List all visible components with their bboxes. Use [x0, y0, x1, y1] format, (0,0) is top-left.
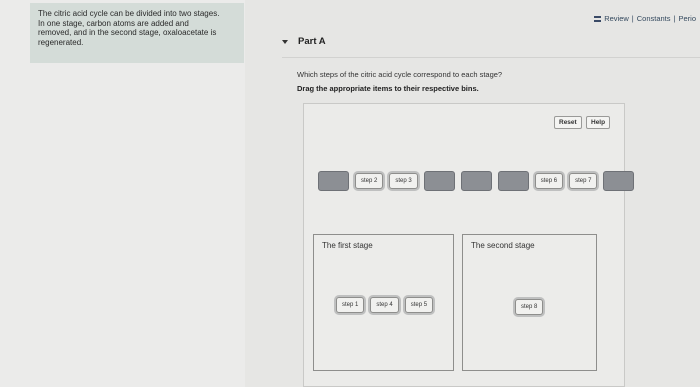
draggable-step-chip[interactable]: step 1 — [336, 297, 365, 313]
bin-second-stage-items: step 8 — [515, 299, 544, 315]
divider — [282, 57, 700, 58]
review-separator-2: | — [673, 14, 676, 23]
collapse-caret-icon[interactable] — [282, 39, 288, 44]
constants-link[interactable]: Constants — [637, 14, 671, 23]
part-title: Part A — [298, 36, 326, 47]
review-link[interactable]: Review — [604, 14, 629, 23]
periodic-table-link[interactable]: Perio — [678, 14, 696, 23]
draggable-step-chip[interactable]: step 2 — [355, 173, 384, 189]
info-panel: The citric acid cycle can be divided int… — [30, 3, 244, 63]
empty-drop-slot[interactable] — [603, 171, 635, 191]
review-separator-1: | — [631, 14, 634, 23]
review-bar: Review | Constants | Perio — [594, 14, 696, 23]
draggable-step-chip[interactable]: step 6 — [534, 173, 564, 189]
empty-drop-slot[interactable] — [318, 171, 349, 191]
help-button[interactable]: Help — [586, 116, 611, 129]
reset-button[interactable]: Reset — [554, 116, 582, 129]
bin-second-stage[interactable]: The second stage step 8 — [462, 234, 597, 371]
token-row: step 2 step 3 step 6 step 7 — [318, 171, 635, 191]
draggable-step-chip[interactable]: step 3 — [389, 173, 418, 189]
bin-second-stage-title: The second stage — [471, 241, 535, 250]
draggable-step-chip[interactable]: step 5 — [404, 297, 434, 313]
empty-drop-slot[interactable] — [460, 171, 492, 191]
review-icon — [594, 15, 602, 22]
instruction-text: Drag the appropriate items to their resp… — [297, 84, 479, 93]
bin-first-stage[interactable]: The first stage step 1 step 4 step 5 — [313, 234, 454, 371]
draggable-step-chip[interactable]: step 8 — [515, 299, 544, 315]
empty-drop-slot[interactable] — [497, 171, 529, 191]
empty-drop-slot[interactable] — [423, 171, 455, 191]
page: The citric acid cycle can be divided int… — [0, 0, 700, 387]
part-header[interactable]: Part A — [282, 36, 326, 47]
draggable-step-chip[interactable]: step 7 — [569, 173, 598, 189]
bin-first-stage-title: The first stage — [322, 241, 373, 250]
info-text: The citric acid cycle can be divided int… — [38, 9, 220, 47]
draggable-step-chip[interactable]: step 4 — [370, 297, 399, 313]
question-text: Which steps of the citric acid cycle cor… — [297, 70, 503, 79]
bin-first-stage-items: step 1 step 4 step 5 — [336, 297, 434, 313]
